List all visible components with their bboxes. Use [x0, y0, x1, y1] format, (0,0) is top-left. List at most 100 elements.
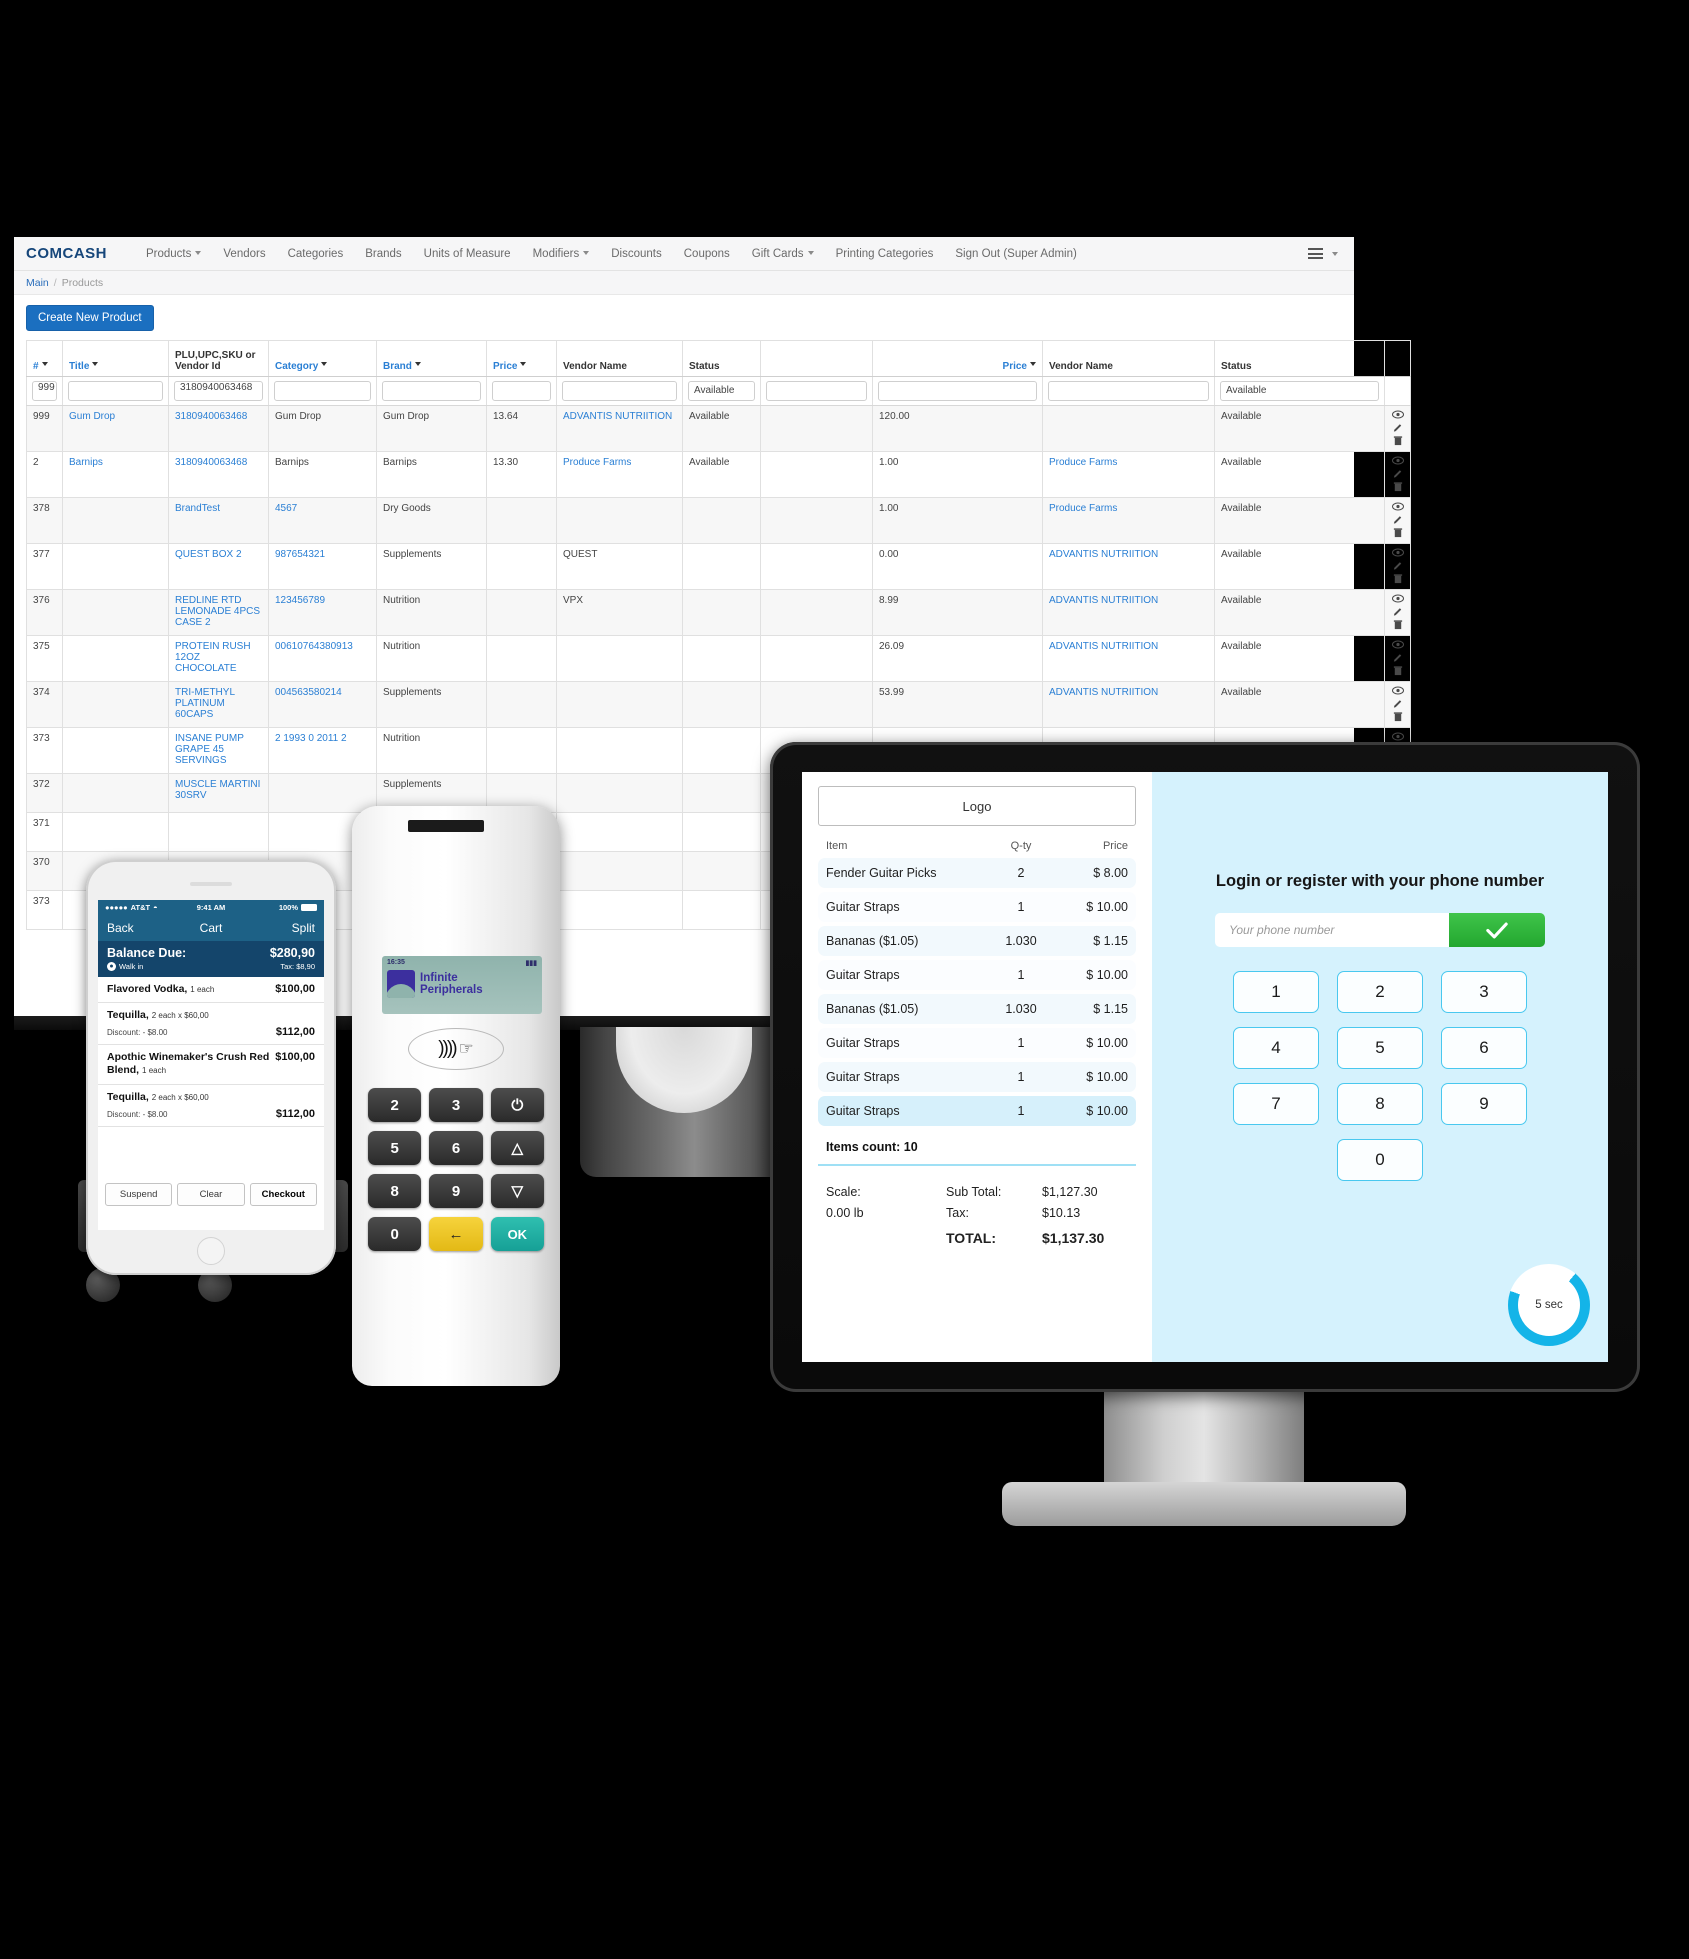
filter-vendor-select[interactable] [562, 381, 677, 401]
table-row[interactable]: 2 Barnips 3180940063468 Barnips Barnips … [26, 451, 1411, 498]
table-row[interactable]: 374 TRI-METHYL PLATINUM 60CAPS 004563580… [26, 681, 1411, 728]
cell-vendor[interactable]: ADVANTIS NUTRIITION [556, 405, 683, 452]
vendor-link-2[interactable]: ADVANTIS NUTRIITION [1049, 549, 1158, 560]
nav-item-discounts[interactable]: Discounts [600, 237, 673, 271]
terminal-key-power[interactable]: ⏻ [490, 1088, 544, 1122]
view-icon[interactable] [1391, 547, 1404, 558]
clear-button[interactable]: Clear [177, 1182, 245, 1206]
category-link[interactable]: 987654321 [275, 549, 325, 560]
phone-number-input[interactable]: Your phone number [1215, 913, 1449, 947]
cart-line-item[interactable]: Apothic Winemaker's Crush Red Blend, 1 e… [98, 1045, 324, 1085]
edit-icon[interactable] [1392, 698, 1404, 709]
receipt-line-item[interactable]: Fender Guitar Picks 2 $ 8.00 [818, 858, 1136, 888]
cell-category[interactable]: 00610764380913 [268, 635, 377, 682]
col-price-2[interactable]: Price [872, 340, 1043, 377]
product-title-link[interactable]: Barnips [69, 457, 103, 468]
terminal-key-3[interactable]: 3 [429, 1088, 483, 1122]
nav-item-modifiers[interactable]: Modifiers [522, 237, 601, 271]
receipt-line-item[interactable]: Guitar Straps 1 $ 10.00 [818, 960, 1136, 990]
delete-icon[interactable] [1392, 711, 1404, 722]
terminal-key-ok[interactable]: OK [490, 1217, 544, 1251]
hamburger-menu-icon[interactable] [1308, 248, 1323, 259]
vendor-link-2[interactable]: ADVANTIS NUTRIITION [1049, 641, 1158, 652]
terminal-key-0[interactable]: 0 [368, 1217, 422, 1251]
keypad-key-6[interactable]: 6 [1441, 1027, 1527, 1069]
product-plu-link[interactable]: QUEST BOX 2 [175, 549, 242, 560]
cell-plu[interactable]: REDLINE RTD LEMONADE 4PCS CASE 2 [168, 589, 269, 636]
product-plu-link[interactable]: 3180940063468 [175, 411, 247, 422]
terminal-key-2[interactable]: 2 [368, 1088, 422, 1122]
navbar-right[interactable] [1308, 248, 1342, 259]
filter-status-select[interactable]: Available [688, 381, 755, 401]
terminal-key-8[interactable]: 8 [368, 1174, 422, 1208]
cart-line-item[interactable]: Flavored Vodka, 1 each $100,00 [98, 977, 324, 1004]
view-icon[interactable] [1391, 455, 1404, 466]
keypad-key-3[interactable]: 3 [1441, 971, 1527, 1013]
filter-category-select[interactable] [274, 381, 371, 401]
cell-category[interactable]: 123456789 [268, 589, 377, 636]
col-title[interactable]: Title [62, 340, 169, 377]
terminal-key-up[interactable]: △ [490, 1131, 544, 1165]
terminal-key-6[interactable]: 6 [429, 1131, 483, 1165]
nav-item-products[interactable]: Products [135, 237, 212, 271]
filter-plu-input[interactable]: 3180940063468 [174, 381, 263, 401]
product-plu-link[interactable]: 3180940063468 [175, 457, 247, 468]
suspend-button[interactable]: Suspend [105, 1182, 173, 1206]
receipt-line-item[interactable]: Bananas ($1.05) 1.030 $ 1.15 [818, 994, 1136, 1024]
product-plu-link[interactable]: TRI-METHYL PLATINUM 60CAPS [175, 687, 235, 720]
cell-plu[interactable]: QUEST BOX 2 [168, 543, 269, 590]
col-number[interactable]: # [26, 340, 63, 377]
nav-item-gift-cards[interactable]: Gift Cards [741, 237, 825, 271]
col-price[interactable]: Price [486, 340, 557, 377]
nav-item-brands[interactable]: Brands [354, 237, 412, 271]
cell-title[interactable]: Gum Drop [62, 405, 169, 452]
edit-icon[interactable] [1392, 652, 1404, 663]
receipt-line-item-selected[interactable]: Guitar Straps 1 $ 10.00 [818, 1096, 1136, 1126]
edit-icon[interactable] [1392, 422, 1404, 433]
cell-plu[interactable]: PROTEIN RUSH 12OZ CHOCOLATE [168, 635, 269, 682]
cell-vendor-2[interactable]: Produce Farms [1042, 451, 1215, 498]
delete-icon[interactable] [1392, 619, 1404, 630]
category-link[interactable]: 00610764380913 [275, 641, 353, 652]
terminal-key-down[interactable]: ▽ [490, 1174, 544, 1208]
category-link[interactable]: 4567 [275, 503, 297, 514]
cell-category[interactable]: 2 1993 0 2011 2 [268, 727, 377, 774]
nav-item-units-of-measure[interactable]: Units of Measure [413, 237, 522, 271]
cell-vendor-2[interactable] [1042, 405, 1215, 452]
table-row[interactable]: 377 QUEST BOX 2 987654321 Supplements QU… [26, 543, 1411, 590]
product-plu-link[interactable]: INSANE PUMP GRAPE 45 SERVINGS [175, 733, 244, 766]
receipt-line-item[interactable]: Guitar Straps 1 $ 10.00 [818, 1062, 1136, 1092]
view-icon[interactable] [1391, 409, 1404, 420]
keypad-key-1[interactable]: 1 [1233, 971, 1319, 1013]
receipt-line-item[interactable]: Guitar Straps 1 $ 10.00 [818, 892, 1136, 922]
view-icon[interactable] [1391, 731, 1404, 742]
filter-price2-input[interactable] [878, 381, 1037, 401]
category-link[interactable]: 123456789 [275, 595, 325, 606]
submit-phone-button[interactable] [1449, 913, 1545, 947]
keypad-key-8[interactable]: 8 [1337, 1083, 1423, 1125]
table-row[interactable]: 376 REDLINE RTD LEMONADE 4PCS CASE 2 123… [26, 589, 1411, 636]
delete-icon[interactable] [1392, 573, 1404, 584]
category-link[interactable]: 2 1993 0 2011 2 [275, 733, 347, 744]
terminal-key-5[interactable]: 5 [368, 1131, 422, 1165]
filter-status2-select[interactable]: Available [1220, 381, 1379, 401]
cell-vendor-2[interactable]: ADVANTIS NUTRIITION [1042, 681, 1215, 728]
product-plu-link[interactable]: PROTEIN RUSH 12OZ CHOCOLATE [175, 641, 251, 674]
vendor-link-2[interactable]: ADVANTIS NUTRIITION [1049, 595, 1158, 606]
table-row[interactable]: 378 BrandTest 4567 Dry Goods 1.00 Produc… [26, 497, 1411, 544]
cell-vendor-2[interactable]: Produce Farms [1042, 497, 1215, 544]
keypad-key-9[interactable]: 9 [1441, 1083, 1527, 1125]
terminal-key-9[interactable]: 9 [429, 1174, 483, 1208]
filter-extra-select[interactable] [766, 381, 867, 401]
view-icon[interactable] [1391, 639, 1404, 650]
vendor-link-2[interactable]: Produce Farms [1049, 457, 1117, 468]
vendor-link-2[interactable]: ADVANTIS NUTRIITION [1049, 687, 1158, 698]
nav-item-vendors[interactable]: Vendors [212, 237, 276, 271]
cell-plu[interactable]: TRI-METHYL PLATINUM 60CAPS [168, 681, 269, 728]
delete-icon[interactable] [1392, 435, 1404, 446]
cell-plu[interactable]: MUSCLE MARTINI 30SRV [168, 773, 269, 813]
edit-icon[interactable] [1392, 514, 1404, 525]
cell-vendor-2[interactable]: ADVANTIS NUTRIITION [1042, 589, 1215, 636]
create-new-product-button[interactable]: Create New Product [26, 305, 154, 331]
nav-item-coupons[interactable]: Coupons [673, 237, 741, 271]
